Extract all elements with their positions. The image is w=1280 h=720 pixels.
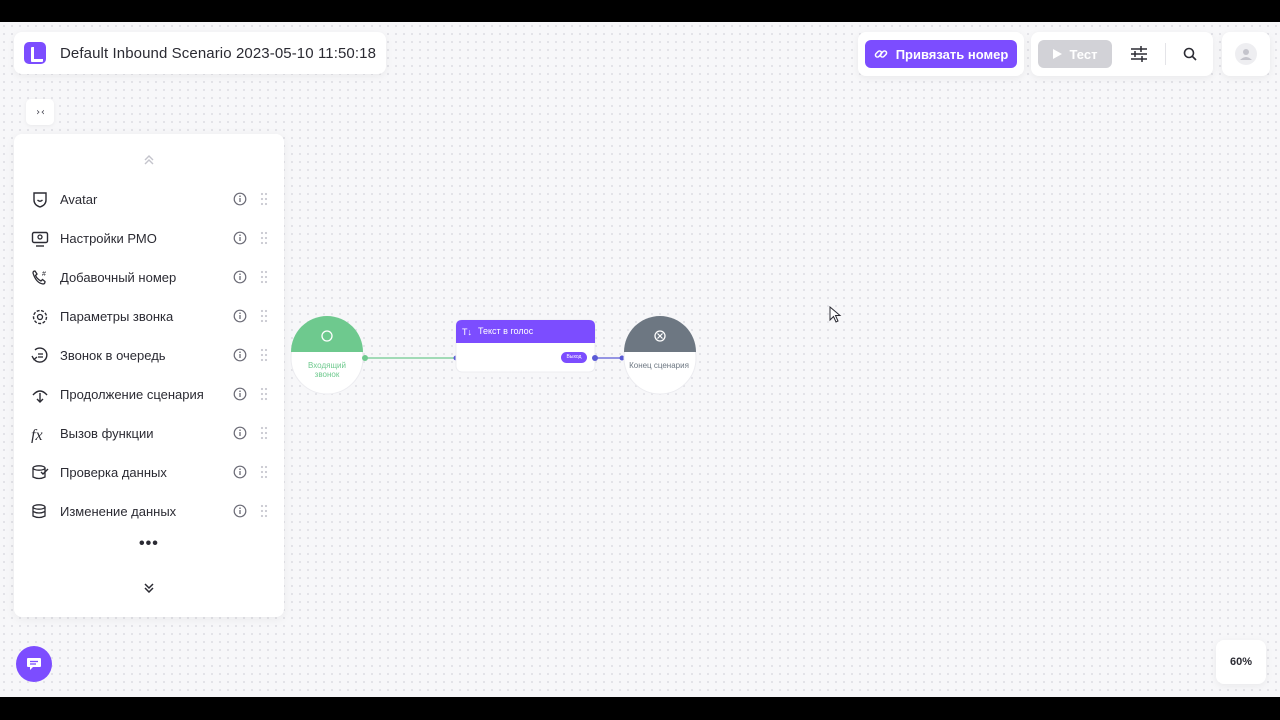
user-icon <box>1235 43 1257 65</box>
scenario-header: Default Inbound Scenario 2023-05-10 11:5… <box>14 32 386 74</box>
block-item[interactable]: Проверка данных <box>14 453 284 492</box>
block-item[interactable]: Настройки РМО <box>14 219 284 258</box>
call-queue-icon <box>30 346 50 366</box>
info-icon[interactable] <box>233 348 247 362</box>
test-button[interactable]: Тест <box>1038 40 1112 68</box>
scroll-up-icon[interactable] <box>141 152 157 168</box>
tts-exit-port[interactable]: Выход <box>561 352 587 363</box>
end-node-label: Конец сценария <box>629 361 689 370</box>
drag-handle-icon[interactable] <box>260 426 268 440</box>
info-icon[interactable] <box>233 504 247 518</box>
info-icon[interactable] <box>233 387 247 401</box>
block-item-label: Добавочный номер <box>60 270 177 285</box>
block-item[interactable]: Параметры звонка <box>14 297 284 336</box>
scenario-title[interactable]: Default Inbound Scenario 2023-05-10 11:5… <box>60 45 376 62</box>
zoom-level[interactable]: 60% <box>1216 640 1266 684</box>
drag-handle-icon[interactable] <box>260 192 268 206</box>
tts-icon: T↓ <box>462 327 472 337</box>
info-icon[interactable] <box>233 192 247 206</box>
avatar-shield-icon <box>30 190 50 210</box>
chat-bubble-icon <box>27 658 41 670</box>
scroll-down-icon[interactable] <box>141 580 157 596</box>
toolbar-divider <box>1165 43 1166 65</box>
tts-node-title: Текст в голос <box>478 326 534 336</box>
settings-sliders-icon[interactable] <box>1127 42 1151 66</box>
end-scenario-node[interactable] <box>623 316 697 395</box>
block-item[interactable]: Продолжение сценария <box>14 375 284 414</box>
info-icon[interactable] <box>233 231 247 245</box>
block-item-label: Звонок в очередь <box>60 348 166 363</box>
toolbar: Тест <box>1031 32 1213 76</box>
operator-settings-icon <box>30 229 50 249</box>
info-icon[interactable] <box>233 270 247 284</box>
play-icon <box>1052 49 1062 59</box>
info-icon[interactable] <box>233 426 247 440</box>
info-icon[interactable] <box>233 309 247 323</box>
collapse-panel-button[interactable]: ›‹ <box>26 99 54 125</box>
drag-handle-icon[interactable] <box>260 309 268 323</box>
blocks-panel: Avatar Настройки РМО # Добавочный номер Пара… <box>14 134 284 617</box>
chat-support-button[interactable] <box>16 646 52 682</box>
more-blocks-icon[interactable]: ••• <box>139 536 159 552</box>
block-item-label: Avatar <box>60 192 98 207</box>
block-item[interactable]: # Добавочный номер <box>14 258 284 297</box>
data-edit-icon <box>30 502 50 522</box>
svg-text:fx: fx <box>31 427 43 443</box>
drag-handle-icon[interactable] <box>260 465 268 479</box>
canvas-viewport[interactable]: T↓ Входящий звонок Текст в голос Выход К… <box>0 22 1280 697</box>
data-check-icon <box>30 463 50 483</box>
block-list: Avatar Настройки РМО # Добавочный номер Пара… <box>14 180 284 531</box>
block-item[interactable]: fx Вызов функции <box>14 414 284 453</box>
block-item[interactable]: Изменение данных <box>14 492 284 531</box>
continue-scenario-icon <box>30 385 50 405</box>
block-item-label: Вызов функции <box>60 426 154 441</box>
info-icon[interactable] <box>233 465 247 479</box>
block-item-label: Проверка данных <box>60 465 167 480</box>
call-gear-icon <box>30 307 50 327</box>
test-label: Тест <box>1069 46 1098 62</box>
bind-number-label: Привязать номер <box>895 46 1009 62</box>
mouse-cursor-icon <box>829 306 842 323</box>
search-icon[interactable] <box>1178 42 1202 66</box>
block-item[interactable]: Avatar <box>14 180 284 219</box>
block-item-label: Продолжение сценария <box>60 387 204 402</box>
incoming-call-node[interactable] <box>290 316 364 395</box>
drag-handle-icon[interactable] <box>260 387 268 401</box>
function-fx-icon: fx <box>30 424 50 444</box>
block-item-label: Параметры звонка <box>60 309 174 324</box>
block-item-label: Изменение данных <box>60 504 177 519</box>
drag-handle-icon[interactable] <box>260 231 268 245</box>
bind-number-container: Привязать номер <box>858 32 1024 76</box>
app-logo-icon[interactable] <box>24 42 46 64</box>
drag-handle-icon[interactable] <box>260 504 268 518</box>
block-item[interactable]: Звонок в очередь <box>14 336 284 375</box>
user-avatar[interactable] <box>1222 32 1270 76</box>
drag-handle-icon[interactable] <box>260 348 268 362</box>
bind-number-button[interactable]: Привязать номер <box>865 40 1017 68</box>
link-icon <box>874 50 888 58</box>
block-item-label: Настройки РМО <box>60 231 157 246</box>
drag-handle-icon[interactable] <box>260 270 268 284</box>
incoming-node-label: Входящий звонок <box>308 361 346 379</box>
phone-hash-icon: # <box>30 268 50 288</box>
svg-text:#: # <box>42 271 46 278</box>
